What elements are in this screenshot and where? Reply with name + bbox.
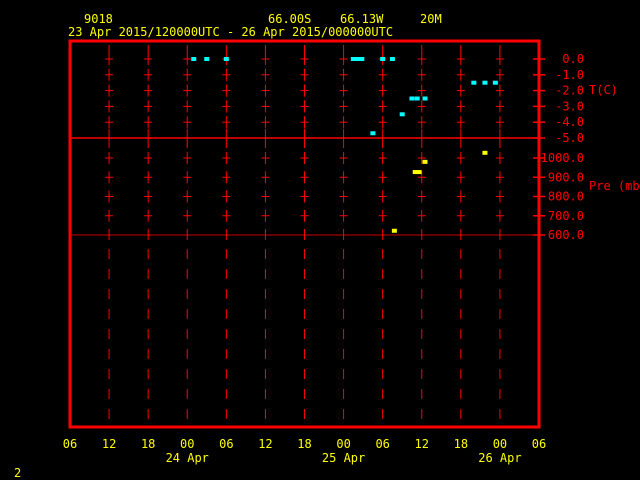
- elevation: 20M: [420, 12, 442, 26]
- t-tick-label: -4.0: [555, 115, 584, 129]
- temperature-point: [359, 57, 365, 61]
- latitude: 66.00S: [268, 12, 311, 26]
- temperature-point: [223, 57, 229, 61]
- p-axis-title: Pre (mb): [589, 179, 640, 193]
- t-tick-label: -2.0: [555, 84, 584, 98]
- temperature-point: [191, 57, 197, 61]
- x-date-label: 26 Apr: [478, 451, 521, 465]
- longitude: 66.13W: [340, 12, 384, 26]
- station-id: 9018: [84, 12, 113, 26]
- x-date-label: 24 Apr: [166, 451, 209, 465]
- t-axis-title: T(C): [589, 83, 618, 97]
- x-date-label: 25 Apr: [322, 451, 365, 465]
- x-tick-label: 12: [415, 437, 429, 451]
- p-tick-label: 800.0: [548, 190, 584, 204]
- temperature-point: [389, 57, 395, 61]
- temperature-point: [399, 112, 405, 117]
- pressure-point: [422, 159, 428, 164]
- t-tick-label: -3.0: [555, 99, 584, 113]
- x-tick-label: 06: [219, 437, 233, 451]
- x-tick-label: 18: [454, 437, 468, 451]
- x-tick-label: 18: [297, 437, 311, 451]
- temperature-point: [471, 80, 477, 85]
- x-tick-label: 00: [336, 437, 350, 451]
- x-tick-label: 12: [258, 437, 272, 451]
- temperature-point: [380, 57, 386, 61]
- t-tick-label: -5.0: [555, 131, 584, 145]
- temperature-point: [204, 57, 210, 61]
- p-tick-label: 600.0: [548, 228, 584, 242]
- temperature-point: [422, 96, 428, 101]
- x-tick-label: 06: [63, 437, 77, 451]
- temperature-point: [482, 80, 488, 85]
- p-tick-label: 1000.0: [541, 151, 584, 165]
- meteogram-plot: 9018 66.00S 66.13W 20M 23 Apr 2015/12000…: [14, 12, 640, 480]
- x-tick-label: 06: [532, 437, 546, 451]
- temperature-point: [492, 80, 498, 85]
- temperature-point: [414, 96, 420, 101]
- pressure-point: [482, 150, 488, 155]
- x-tick-label: 00: [493, 437, 507, 451]
- page-number: 2: [14, 466, 21, 480]
- p-tick-label: 700.0: [548, 209, 584, 223]
- p-tick-label: 900.0: [548, 170, 584, 184]
- time-range: 23 Apr 2015/120000UTC - 26 Apr 2015/0000…: [68, 25, 393, 39]
- x-tick-label: 00: [180, 437, 194, 451]
- x-tick-label: 18: [141, 437, 155, 451]
- x-tick-label: 06: [375, 437, 389, 451]
- t-tick-label: -1.0: [555, 68, 584, 82]
- pressure-point: [416, 170, 422, 175]
- temperature-point: [350, 57, 356, 61]
- pressure-point: [391, 228, 397, 233]
- temperature-point: [370, 131, 376, 136]
- temperature-point: [409, 96, 415, 101]
- t-tick-label: 0.0: [562, 52, 584, 66]
- x-tick-label: 12: [102, 437, 116, 451]
